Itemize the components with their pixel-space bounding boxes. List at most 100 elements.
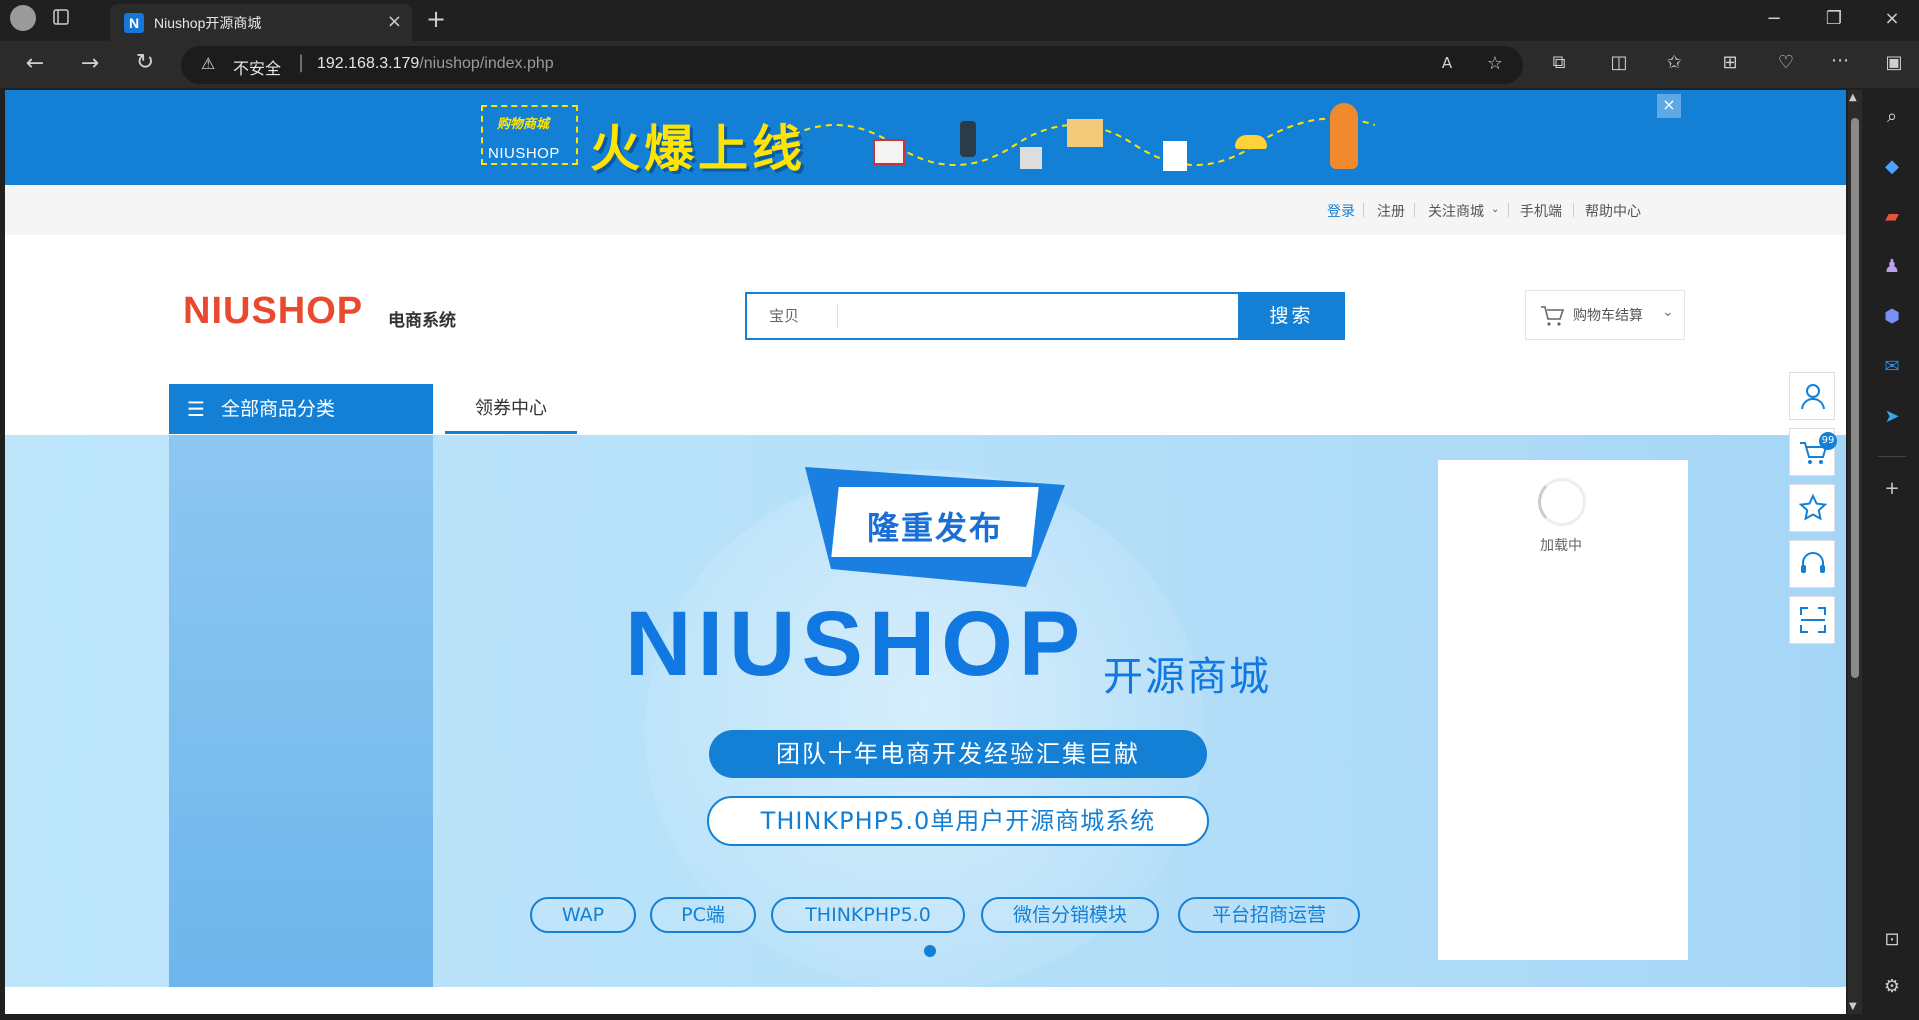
performance-icon[interactable]: ♡ <box>1774 52 1798 73</box>
edge-sidebar: ⌕ ◆ ▰ ♟ ⬢ ✉ ➤ + ⊡ ⚙ <box>1866 90 1919 1020</box>
cart-checkout-button[interactable]: 购物车结算 ⌄ <box>1525 290 1685 340</box>
help-center-link[interactable]: 帮助中心 <box>1585 201 1641 221</box>
minimize-icon[interactable]: − <box>1762 8 1786 29</box>
search-icon[interactable]: ⌕ <box>1880 105 1904 129</box>
divider <box>1414 203 1415 217</box>
divider <box>837 304 838 328</box>
site-logo[interactable]: NIUSHOP 电商系统 <box>183 290 456 333</box>
register-link[interactable]: 注册 <box>1377 201 1405 221</box>
banner-small-text: 购物商城 <box>497 117 550 132</box>
hero-chip: PC端 <box>650 897 756 933</box>
browser-tab-strip: N Niushop开源商城 × + − ❐ × <box>0 0 1919 41</box>
address-separator: | <box>298 52 305 73</box>
scroll-up-arrow-icon[interactable]: ▲ <box>1849 92 1857 103</box>
category-title: 全部商品分类 <box>221 398 336 420</box>
address-bar[interactable]: ⚠ 不安全 | 192.168.3.179/niushop/index.php … <box>181 46 1523 84</box>
loading-spinner-icon <box>1538 478 1586 526</box>
screenshot-icon[interactable]: ⊡ <box>1880 928 1904 952</box>
search-button[interactable]: 搜索 <box>1238 292 1345 340</box>
extensions-icon[interactable]: ⧉ <box>1547 52 1571 73</box>
float-scan-button[interactable] <box>1789 596 1835 644</box>
url-text[interactable]: 192.168.3.179/niushop/index.php <box>317 55 554 73</box>
headset-icon <box>1801 552 1825 573</box>
hero-chip: 平台招商运营 <box>1178 897 1360 933</box>
carousel-dot[interactable] <box>924 945 936 957</box>
read-aloud-icon[interactable]: A <box>1435 54 1459 72</box>
mobile-link[interactable]: 手机端 <box>1520 201 1562 221</box>
category-panel[interactable] <box>169 435 433 987</box>
security-label: 不安全 <box>233 61 282 78</box>
window-close-icon[interactable]: × <box>1880 8 1904 29</box>
favorites-icon[interactable]: ✩ <box>1662 52 1686 73</box>
release-tag: 隆重发布 <box>805 467 1065 587</box>
logo-text: NIUSHOP <box>183 290 364 332</box>
chevron-down-icon: ⌄ <box>1662 304 1674 320</box>
search-input[interactable] <box>839 294 1239 338</box>
promo-banner[interactable]: 购物商城 NIUSHOP 火爆上线 × <box>5 90 1846 185</box>
page-viewport: 购物商城 NIUSHOP 火爆上线 × 登录 注册 关注商城 ⌄ 手机端 帮助中… <box>5 90 1846 1014</box>
add-icon[interactable]: + <box>1880 477 1904 501</box>
banner-product-icon <box>873 139 905 165</box>
scroll-down-arrow-icon[interactable]: ▼ <box>1849 1001 1857 1012</box>
chevron-down-icon: ⌄ <box>1491 204 1500 215</box>
more-menu-icon[interactable]: ⋯ <box>1828 50 1852 71</box>
cart-label: 购物车结算 <box>1573 308 1643 324</box>
banner-headline: 火爆上线 <box>590 120 806 178</box>
cart-count-badge: 99 <box>1819 432 1837 450</box>
hero-brand: NIUSHOP <box>625 593 1087 695</box>
games-icon[interactable]: ♟ <box>1880 255 1904 279</box>
hero-chip: WAP <box>530 897 636 933</box>
hero-tagline: 团队十年电商开发经验汇集巨献 <box>709 730 1207 778</box>
menu-icon: ☰ <box>187 397 205 421</box>
scroll-thumb[interactable] <box>1851 118 1859 678</box>
nav-coupon-center[interactable]: 领券中心 <box>445 384 577 434</box>
tools-icon[interactable]: ▰ <box>1880 205 1904 229</box>
banner-product-icon <box>1163 141 1187 171</box>
banner-product-icon <box>1067 119 1103 147</box>
profile-avatar-icon[interactable] <box>10 5 36 31</box>
warning-icon: ⚠ <box>201 54 216 73</box>
top-links-bar: 登录 注册 关注商城 ⌄ 手机端 帮助中心 <box>5 185 1846 235</box>
restore-icon[interactable]: ❐ <box>1822 8 1846 29</box>
url-host: 192.168.3.179 <box>317 55 420 72</box>
new-tab-icon[interactable]: + <box>424 5 448 33</box>
back-icon[interactable]: ← <box>22 51 48 76</box>
login-link[interactable]: 登录 <box>1327 201 1355 221</box>
tab-niushop[interactable]: N Niushop开源商城 × <box>110 4 412 41</box>
promo-banner-art: 购物商城 NIUSHOP 火爆上线 <box>475 95 1410 180</box>
float-favorite-button[interactable] <box>1789 484 1835 532</box>
settings-gear-icon[interactable]: ⚙ <box>1880 975 1904 999</box>
send-icon[interactable]: ➤ <box>1880 405 1904 429</box>
user-info-card: 加载中 <box>1438 460 1688 960</box>
collections-icon[interactable]: ⊞ <box>1718 52 1742 73</box>
shopping-tag-icon[interactable]: ◆ <box>1880 155 1904 179</box>
sidebar-toggle-icon[interactable]: ▣ <box>1882 52 1906 73</box>
banner-brand: NIUSHOP <box>488 145 560 162</box>
cart-icon <box>1541 306 1564 326</box>
float-cart-button[interactable]: 99 <box>1789 428 1837 476</box>
split-screen-icon[interactable]: ◫ <box>1607 52 1631 73</box>
reload-icon[interactable]: ↻ <box>132 50 158 75</box>
banner-product-icon <box>1235 135 1267 149</box>
favorite-star-icon[interactable]: ☆ <box>1483 53 1507 74</box>
follow-store-link[interactable]: 关注商城 <box>1428 201 1484 221</box>
tab-actions-icon[interactable] <box>50 8 72 30</box>
loading-text: 加载中 <box>1540 538 1582 554</box>
forward-icon[interactable]: → <box>77 51 103 76</box>
float-service-button[interactable] <box>1789 540 1835 588</box>
copilot-icon[interactable]: ⬢ <box>1880 305 1904 329</box>
scan-icon <box>1800 607 1826 633</box>
all-categories-menu[interactable]: ☰ 全部商品分类 <box>169 384 433 434</box>
tab-close-icon[interactable]: × <box>387 11 402 32</box>
outlook-icon[interactable]: ✉ <box>1880 355 1904 379</box>
url-path: /niushop/index.php <box>419 55 554 72</box>
divider <box>1878 456 1906 457</box>
page-scrollbar[interactable]: ▲ ▼ <box>1848 90 1862 1014</box>
float-user-button[interactable] <box>1789 372 1835 420</box>
banner-close-icon[interactable]: × <box>1657 94 1681 118</box>
search-category[interactable]: 宝贝 <box>747 294 837 338</box>
logo-subtitle: 电商系统 <box>388 311 456 331</box>
divider <box>1573 203 1574 217</box>
divider <box>1508 203 1509 217</box>
banner-rocket-icon <box>1330 103 1358 169</box>
